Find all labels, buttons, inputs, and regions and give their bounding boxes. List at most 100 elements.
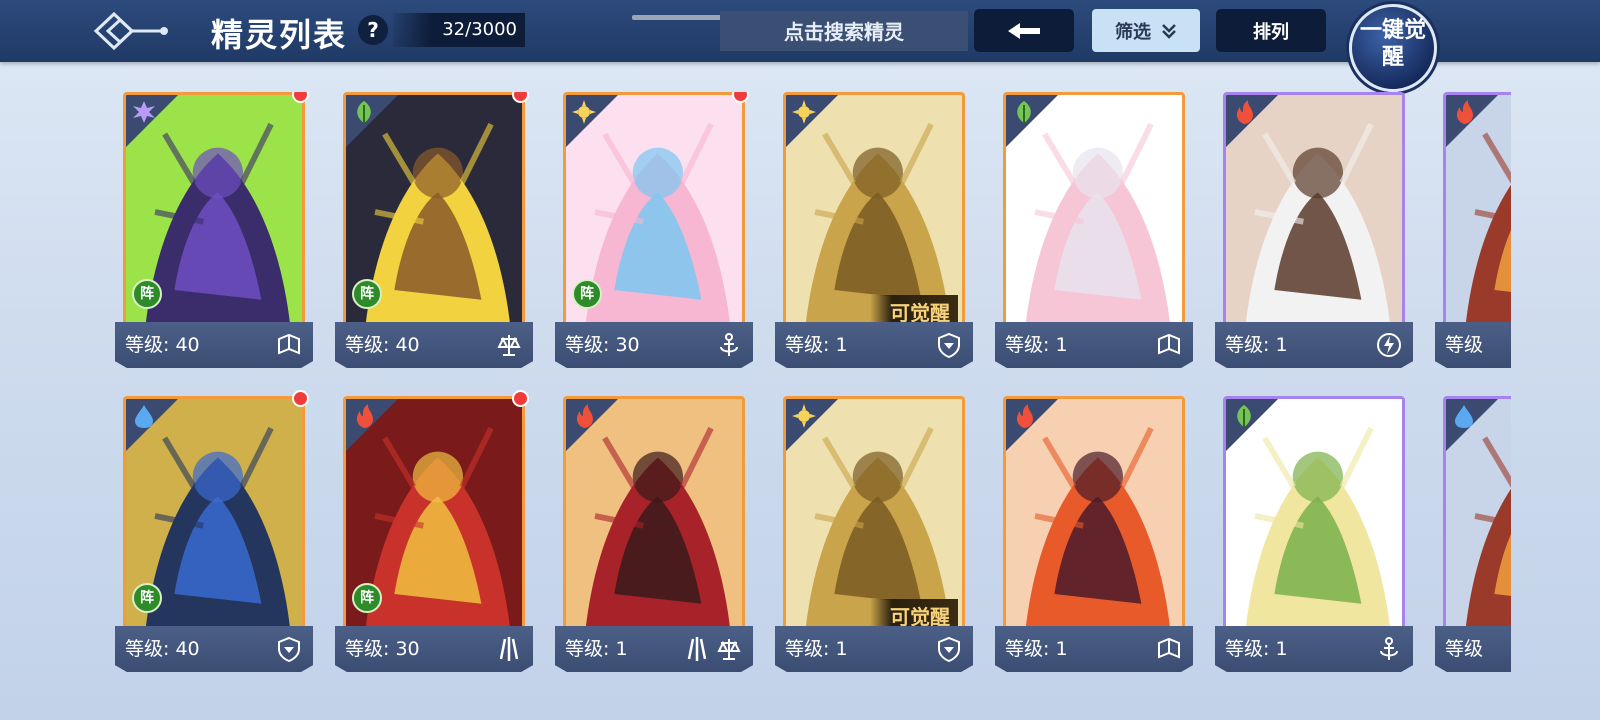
spirit-card[interactable]: 阵等级: 40 — [115, 390, 313, 678]
notification-dot — [292, 390, 309, 407]
level-label: 等级: 40 — [125, 638, 200, 660]
spirit-card[interactable]: 阵等级: 30 — [555, 92, 753, 374]
card-frame — [563, 396, 745, 634]
scales-icon — [495, 331, 523, 359]
claw-icon — [495, 635, 523, 663]
fire-icon — [1451, 99, 1477, 125]
card-frame: 可觉醒 — [783, 92, 965, 330]
arrow-back-button[interactable] — [974, 9, 1074, 52]
card-frame: 阵 — [563, 92, 745, 330]
card-frame: 阵 — [123, 396, 305, 634]
spirit-card[interactable]: 可觉醒 等级: 1 — [775, 396, 973, 678]
awaken-all-button[interactable]: 一键觉醒 — [1349, 4, 1437, 92]
spirit-card[interactable]: 等级: 1 — [555, 396, 753, 678]
book-icon — [1155, 331, 1183, 359]
card-footer: 等级: 40 — [115, 626, 313, 672]
notification-dot — [292, 92, 309, 103]
fire-icon — [351, 403, 377, 429]
shield-icon — [935, 331, 963, 359]
spirit-count: 32/3000 — [393, 13, 525, 47]
fire-icon — [1231, 99, 1257, 125]
card-frame — [1223, 396, 1405, 634]
notification-dot — [732, 92, 749, 103]
card-footer: 等级: 1 — [1215, 626, 1413, 672]
card-frame — [1223, 92, 1405, 330]
level-label: 等级: 30 — [565, 334, 640, 356]
light-icon — [791, 403, 817, 429]
scales-icon — [715, 635, 743, 663]
card-frame: 阵 — [123, 92, 305, 330]
spirit-card[interactable]: 等级: 1 — [1215, 396, 1413, 678]
card-footer: 等级: 30 — [335, 626, 533, 672]
spirit-card[interactable]: 阵等级: 30 — [335, 390, 533, 678]
level-label: 等级: 40 — [345, 334, 420, 356]
fire-icon — [571, 403, 597, 429]
card-frame: 阵 — [343, 92, 525, 330]
claw-icon — [683, 635, 711, 663]
arrow-left-icon — [1008, 22, 1040, 39]
book-icon — [1155, 635, 1183, 663]
shield-icon — [275, 635, 303, 663]
card-frame — [1443, 92, 1511, 330]
level-label: 等级: 1 — [1005, 638, 1068, 660]
level-label: 等级: 40 — [125, 334, 200, 356]
level-label: 等级: 1 — [1005, 334, 1068, 356]
chevron-double-down-icon — [1162, 23, 1176, 39]
card-frame — [1003, 92, 1185, 330]
sort-button[interactable]: 排列 — [1216, 9, 1326, 52]
spirit-card[interactable]: 可觉醒 等级: 1 — [775, 92, 973, 374]
spirit-card[interactable]: 等级: 1 — [995, 396, 1193, 678]
card-frame — [1003, 396, 1185, 634]
card-frame: 阵 — [343, 396, 525, 634]
spirit-card[interactable]: 阵等级: 40 — [115, 92, 313, 374]
back-emblem-icon[interactable] — [92, 8, 172, 54]
card-footer: 等级: 1 — [775, 322, 973, 368]
level-label: 等级 — [1445, 638, 1484, 660]
light-icon — [571, 99, 597, 125]
formation-badge: 阵 — [132, 279, 162, 309]
card-frame — [1443, 396, 1511, 634]
formation-badge: 阵 — [572, 279, 602, 309]
card-footer: 等级: 1 — [555, 626, 753, 672]
formation-badge: 阵 — [352, 279, 382, 309]
filter-button[interactable]: 筛选 — [1092, 9, 1200, 52]
formation-badge: 阵 — [352, 583, 382, 613]
filter-label: 筛选 — [1115, 21, 1151, 43]
lightning-icon — [1375, 331, 1403, 359]
spirit-card[interactable]: 等级: 1 — [1215, 92, 1413, 374]
level-label: 等级: 1 — [785, 638, 848, 660]
formation-badge: 阵 — [132, 583, 162, 613]
notification-dot — [512, 390, 529, 407]
spirit-card[interactable]: 等级: 1 — [995, 92, 1193, 374]
spirit-grid: 阵等级: 40 阵等级: 40 阵等级: 30 可觉醒 等级: 1 等级: 1 等级: 1等… — [115, 92, 1511, 692]
search-input[interactable]: 点击搜索精灵 — [720, 11, 968, 51]
card-footer: 等级: 1 — [995, 322, 1193, 368]
grass-icon — [1011, 99, 1037, 125]
notification-dot — [512, 92, 529, 103]
card-footer: 等级: 1 — [995, 626, 1193, 672]
card-footer: 等级 — [1435, 626, 1511, 672]
page-title: 精灵列表 — [211, 16, 348, 54]
level-label: 等级: 1 — [565, 638, 628, 660]
card-footer: 等级: 40 — [115, 322, 313, 368]
card-footer: 等级: 1 — [1215, 322, 1413, 368]
grass-icon — [1231, 403, 1257, 429]
water-icon — [1451, 403, 1477, 429]
water-icon — [131, 403, 157, 429]
anchor-icon — [1375, 635, 1403, 663]
light-icon — [791, 99, 817, 125]
card-footer: 等级: 40 — [335, 322, 533, 368]
fire-icon — [1011, 403, 1037, 429]
grass-icon — [351, 99, 377, 125]
card-footer: 等级: 30 — [555, 322, 753, 368]
level-label: 等级: 1 — [1225, 334, 1288, 356]
help-button[interactable]: ? — [358, 15, 388, 45]
anchor-icon — [715, 331, 743, 359]
level-label: 等级: 30 — [345, 638, 420, 660]
card-footer: 等级 — [1435, 322, 1511, 368]
spirit-card[interactable]: 等级 — [1435, 92, 1511, 374]
shield-icon — [935, 635, 963, 663]
spirit-card[interactable]: 阵等级: 40 — [335, 92, 533, 374]
spirit-card[interactable]: 等级 — [1435, 396, 1511, 678]
dark-icon — [131, 99, 157, 125]
